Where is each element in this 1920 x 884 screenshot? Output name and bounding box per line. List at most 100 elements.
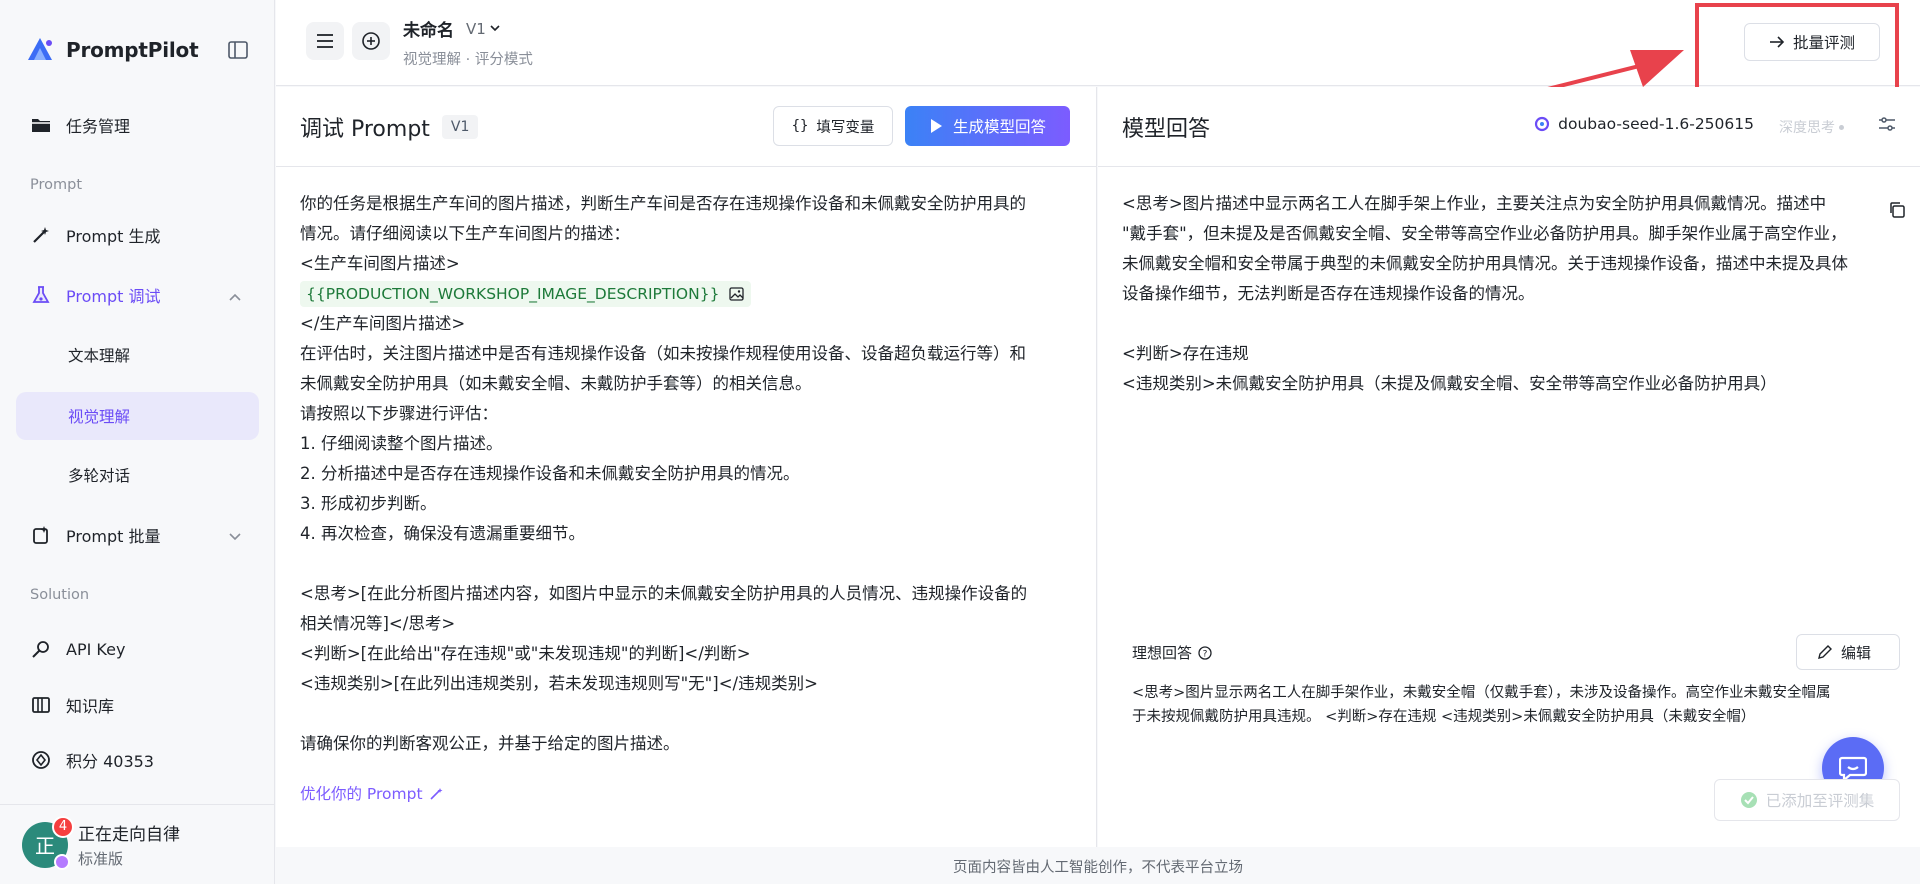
deep-think-toggle[interactable]: 深度思考 <box>1779 117 1844 137</box>
sidebar-item-label: Prompt 批量 <box>66 527 161 546</box>
edit-ideal-button[interactable]: 编辑 <box>1796 634 1900 670</box>
version-dropdown[interactable]: V1 <box>466 20 500 38</box>
new-button[interactable] <box>352 22 390 60</box>
copy-icon[interactable] <box>1888 201 1906 223</box>
generate-answer-button[interactable]: 生成模型回答 <box>905 106 1070 146</box>
version-tag: V1 <box>441 114 479 139</box>
footer-disclaimer: 页面内容皆由人工智能创作，不代表平台立场 <box>953 859 1243 876</box>
prompt-line: 4. 再次检查，确保没有遗漏重要细节。 <box>300 524 585 543</box>
sidebar: PromptPilot 任务管理 Prompt Prompt 生成 Prompt… <box>0 0 275 884</box>
sidebar-item-label: 知识库 <box>66 697 115 716</box>
prompt-line: 3. 形成初步判断。 <box>300 494 437 513</box>
optimize-prompt-label: 优化你的 Prompt <box>300 785 423 803</box>
logo-icon <box>28 38 52 60</box>
optimize-prompt-link[interactable]: 优化你的 Prompt <box>300 779 443 809</box>
vip-gem-icon <box>54 853 70 870</box>
sidebar-item-prompt-generate[interactable]: Prompt 生成 <box>16 212 259 258</box>
user-profile[interactable]: 正 4 正在走向自律 标准版 <box>0 804 275 884</box>
sidebar-item-label: Prompt 生成 <box>66 227 161 246</box>
ideal-answer-label: 理想回答 <box>1132 644 1193 662</box>
model-answer-text: <思考>图片描述中显示两名工人在脚手架上作业，主要关注点为安全防护用具佩戴情况。… <box>1098 167 1920 399</box>
avatar-initial: 正 <box>35 834 55 858</box>
prompt-line: 请按照以下步骤进行评估： <box>300 404 498 423</box>
settings-sliders-icon[interactable] <box>1878 116 1896 136</box>
sidebar-item-label: 文本理解 <box>68 347 131 365</box>
answer-line: 设备操作细节，无法判断是否存在违规操作设备的情况。 <box>1122 284 1535 303</box>
answer-line: <思考>图片描述中显示两名工人在脚手架上作业，主要关注点为安全防护用具佩戴情况。… <box>1122 194 1827 213</box>
sidebar-item-label: 积分 40353 <box>66 752 154 771</box>
image-icon <box>729 287 745 301</box>
folder-icon <box>30 114 52 136</box>
chat-bubble-icon <box>1839 756 1867 781</box>
notification-badge: 4 <box>52 815 74 838</box>
app-name: PromptPilot <box>66 38 199 62</box>
model-answer-panel: 模型回答 doubao-seed-1.6-250615 深度思考 <思考>图片描… <box>1098 87 1920 847</box>
sidebar-item-text-understanding[interactable]: 文本理解 <box>16 332 259 378</box>
svg-text:?: ? <box>1203 649 1208 659</box>
annotation-highlight-box <box>1695 3 1899 92</box>
sidebar-toggle-icon[interactable] <box>226 38 250 62</box>
document-title[interactable]: 未命名 V1 <box>403 16 500 41</box>
user-plan: 标准版 <box>78 850 124 868</box>
help-circle-icon[interactable]: ? <box>1198 645 1212 660</box>
prompt-line: <违规类别>[在此列出违规类别，若未发现违规则写"无"]</违规类别> <box>300 674 818 693</box>
answer-line: <违规类别>未佩戴安全防护用具（未提及佩戴安全帽、安全带等高空作业必备防护用具） <box>1122 374 1777 393</box>
sidebar-item-task-management[interactable]: 任务管理 <box>16 102 259 148</box>
document-subtitle: 视觉理解 · 评分模式 <box>403 52 533 68</box>
prompt-line: <判断>[在此给出"存在违规"或"未发现违规"的判断]</判断> <box>300 644 751 663</box>
key-icon <box>30 638 52 660</box>
fill-variables-label: 填写变量 <box>816 119 875 136</box>
toggle-dot <box>1839 124 1844 130</box>
book-icon <box>30 694 52 716</box>
magic-wand-icon <box>30 224 52 246</box>
check-circle-icon <box>1740 792 1757 808</box>
magic-pen-icon <box>429 788 443 800</box>
ideal-answer-section: 理想回答 ? 编辑 <思考>图片显示两名工人在脚手架作业，未戴安全帽（仅戴手套）… <box>1108 634 1900 729</box>
sidebar-item-points[interactable]: 积分 40353 <box>16 738 259 782</box>
avatar[interactable]: 正 4 <box>22 815 74 870</box>
deep-think-label: 深度思考 <box>1779 120 1835 136</box>
answer-panel-header: 模型回答 doubao-seed-1.6-250615 深度思考 <box>1098 87 1920 167</box>
prompt-editor-panel: 调试 Prompt V1 {} 填写变量 生成模型回答 你的任务是根据生产车间的… <box>276 87 1097 847</box>
prompt-line <box>300 699 1072 729</box>
prompt-line: 1. 仔细阅读整个图片描述。 <box>300 434 503 453</box>
chevron-up-icon <box>229 286 241 305</box>
hamburger-icon <box>317 34 333 48</box>
variable-chip[interactable]: {{PRODUCTION_WORKSHOP_IMAGE_DESCRIPTION}… <box>300 281 752 307</box>
sidebar-item-label: Prompt 调试 <box>66 287 161 306</box>
prompt-line: 未佩戴安全防护用具（如未戴安全帽、未戴防护手套等）的相关信息。 <box>300 374 812 393</box>
chevron-down-icon <box>490 25 500 32</box>
prompt-line: 在评估时，关注图片描述中是否有违规操作设备（如未按操作规程使用设备、设备超负载运… <box>300 344 1026 363</box>
prompt-line: 相关情况等]</思考> <box>300 614 456 633</box>
prompt-text-editor[interactable]: 你的任务是根据生产车间的图片描述，判断生产车间是否存在违规操作设备和未佩戴安全防… <box>276 167 1096 809</box>
sidebar-item-prompt-batch[interactable]: Prompt 批量 <box>16 512 259 558</box>
sidebar-item-multi-turn[interactable]: 多轮对话 <box>16 452 259 498</box>
answer-line: 未佩戴安全帽和安全带属于典型的未佩戴安全防护用具情况。关于违规操作设备，描述中未… <box>1122 254 1848 273</box>
ideal-answer-header: 理想回答 ? <box>1108 642 1900 663</box>
variable-name: {{PRODUCTION_WORKSHOP_IMAGE_DESCRIPTION}… <box>306 285 720 303</box>
edit-label: 编辑 <box>1841 643 1872 662</box>
sidebar-item-knowledge-base[interactable]: 知识库 <box>16 683 259 727</box>
braces-icon: {} <box>791 118 809 134</box>
pencil-icon <box>1818 645 1832 659</box>
generate-answer-label: 生成模型回答 <box>952 118 1046 136</box>
answer-line: "戴手套"，但未提及是否佩戴安全帽、安全带等高空作业必备防护用具。脚手架作业属于… <box>1122 224 1847 243</box>
batch-icon <box>30 524 52 546</box>
fill-variables-button[interactable]: {} 填写变量 <box>773 106 893 146</box>
menu-button[interactable] <box>306 22 344 60</box>
play-icon <box>930 119 942 133</box>
version-label: V1 <box>466 19 486 38</box>
added-label: 已添加至评测集 <box>1765 792 1875 810</box>
sidebar-item-api-key[interactable]: API Key <box>16 627 259 671</box>
sidebar-item-prompt-debug[interactable]: Prompt 调试 <box>16 272 259 318</box>
model-selector[interactable]: doubao-seed-1.6-250615 <box>1534 115 1754 133</box>
prompt-panel-header: 调试 Prompt V1 {} 填写变量 生成模型回答 <box>276 87 1096 167</box>
prompt-line: 请确保你的判断客观公正，并基于给定的图片描述。 <box>300 734 680 753</box>
panel-title: 模型回答 <box>1122 116 1211 142</box>
prompt-line: 2. 分析描述中是否存在违规操作设备和未佩戴安全防护用具的情况。 <box>300 464 800 483</box>
flask-icon <box>30 284 52 306</box>
section-label-prompt: Prompt <box>30 177 83 193</box>
sidebar-item-label: 任务管理 <box>66 117 131 136</box>
answer-line <box>1122 309 1896 339</box>
sidebar-item-visual-understanding[interactable]: 视觉理解 <box>16 392 259 440</box>
